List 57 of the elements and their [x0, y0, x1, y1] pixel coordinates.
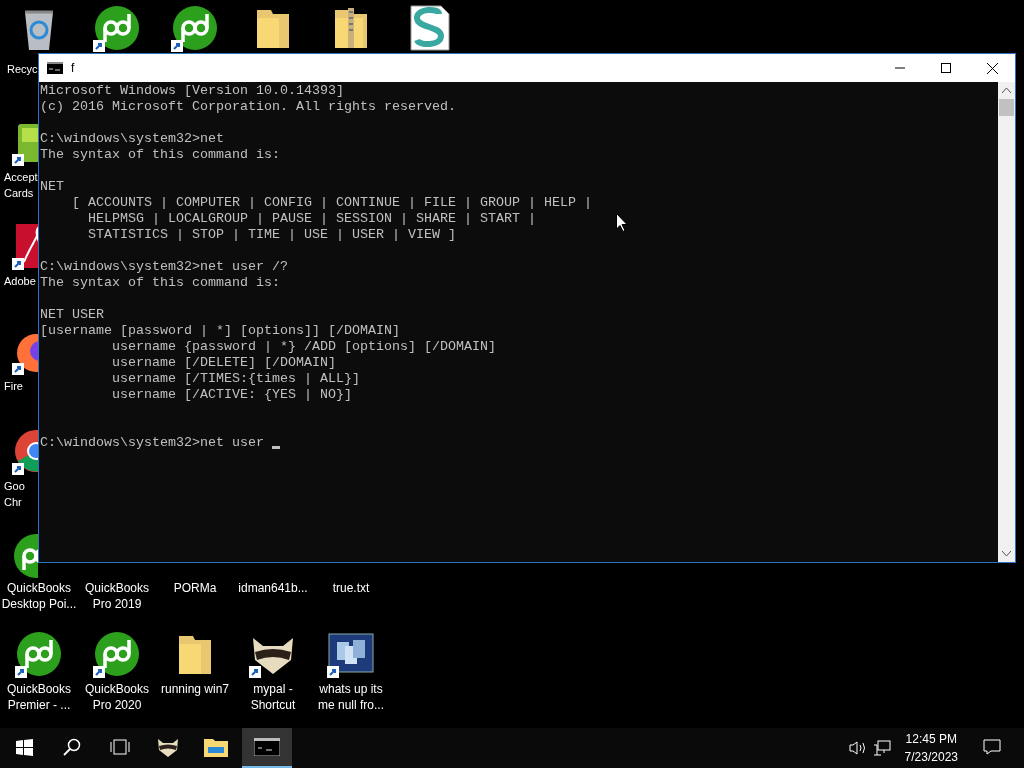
- console-line: The syntax of this command is:: [40, 275, 280, 291]
- console-line: The syntax of this command is:: [40, 147, 280, 163]
- icon-label: Accept Cards: [4, 170, 38, 201]
- console-line: username [/TIMES:{times | ALL}]: [110, 371, 360, 387]
- quickbooks-icon[interactable]: [93, 630, 141, 678]
- pdf-reader-icon[interactable]: [12, 222, 38, 270]
- windows-logo-icon: [15, 738, 33, 756]
- icon-label[interactable]: running win7: [156, 681, 234, 697]
- console-line: HELPMSG | LOCALGROUP | PAUSE | SESSION | SHARE | START |: [87, 211, 536, 227]
- volume-icon[interactable]: [848, 740, 867, 756]
- console-line: NET: [40, 179, 64, 195]
- mouse-pointer-icon: [616, 213, 628, 232]
- console-icon: [254, 738, 280, 756]
- console-line: [ ACCOUNTS | COMPUTER | CONFIG | CONTINUE | FILE | GROUP | HELP |: [71, 195, 592, 211]
- console-line: [username [password | *] [options]] [/DOMAIN]: [40, 323, 400, 339]
- icon-label[interactable]: QuickBooks Pro 2020: [78, 681, 156, 713]
- scrollbar[interactable]: [998, 82, 1015, 562]
- console-line: NET USER: [40, 307, 104, 323]
- console-line: username {password | *} /ADD [options] [/DOMAIN]: [110, 339, 496, 355]
- icon-label: Adobe: [4, 274, 36, 289]
- console-prompt: C:\windows\system32>net user: [40, 435, 265, 451]
- quickbooks-icon[interactable]: [171, 4, 219, 52]
- console-line: username [/ACTIVE: {YES | NO}]: [110, 387, 352, 403]
- icon-label[interactable]: idman641b...: [234, 580, 312, 596]
- task-view-icon: [110, 739, 130, 755]
- window-title: f: [71, 61, 76, 75]
- network-icon[interactable]: [872, 740, 891, 756]
- icon-label[interactable]: QuickBooks Premier - ...: [0, 681, 78, 713]
- console-line: Microsoft Windows [Version 10.0.14393]: [40, 83, 344, 99]
- quickbooks-icon[interactable]: [93, 4, 141, 52]
- app-window-icon[interactable]: [327, 630, 375, 678]
- close-icon: [986, 62, 998, 74]
- icon-label[interactable]: QuickBooks Desktop Poi...: [0, 580, 78, 612]
- icon-label[interactable]: mypal - Shortcut: [234, 681, 312, 713]
- console-line: username [/DELETE] [/DOMAIN]: [110, 355, 336, 371]
- clock[interactable]: 12:45 PM 7/23/2023: [896, 730, 966, 766]
- clock-time: 12:45 PM: [905, 731, 957, 748]
- console-line: C:\windows\system32>net user /?: [40, 259, 288, 275]
- speech-bubble-icon: [983, 739, 1001, 755]
- quickbooks-icon[interactable]: [15, 630, 63, 678]
- console-line: C:\windows\system32>net: [40, 131, 224, 147]
- console-line: STATISTICS | STOP | TIME | USE | USER | VIEW ]: [87, 227, 456, 243]
- icon-label[interactable]: PORMa: [156, 580, 234, 596]
- icon-label: Fire: [4, 379, 23, 394]
- icon-label[interactable]: whats up its me null fro...: [312, 681, 390, 713]
- icon-label: Goo Chr: [4, 479, 25, 510]
- icon-label[interactable]: true.txt: [312, 580, 390, 596]
- console-line: (c) 2016 Microsoft Corporation. All rights reserved.: [40, 99, 456, 115]
- folder-icon: [204, 737, 228, 757]
- scroll-thumb[interactable]: [999, 99, 1014, 116]
- maximize-icon: [941, 63, 951, 73]
- icon-label[interactable]: QuickBooks Pro 2019: [78, 580, 156, 612]
- clock-date: 7/23/2023: [904, 749, 958, 766]
- search-icon: [63, 738, 81, 756]
- console-icon: [47, 62, 63, 74]
- icon-label: Recyc: [7, 62, 38, 77]
- taskbar-app-button[interactable]: [242, 728, 292, 768]
